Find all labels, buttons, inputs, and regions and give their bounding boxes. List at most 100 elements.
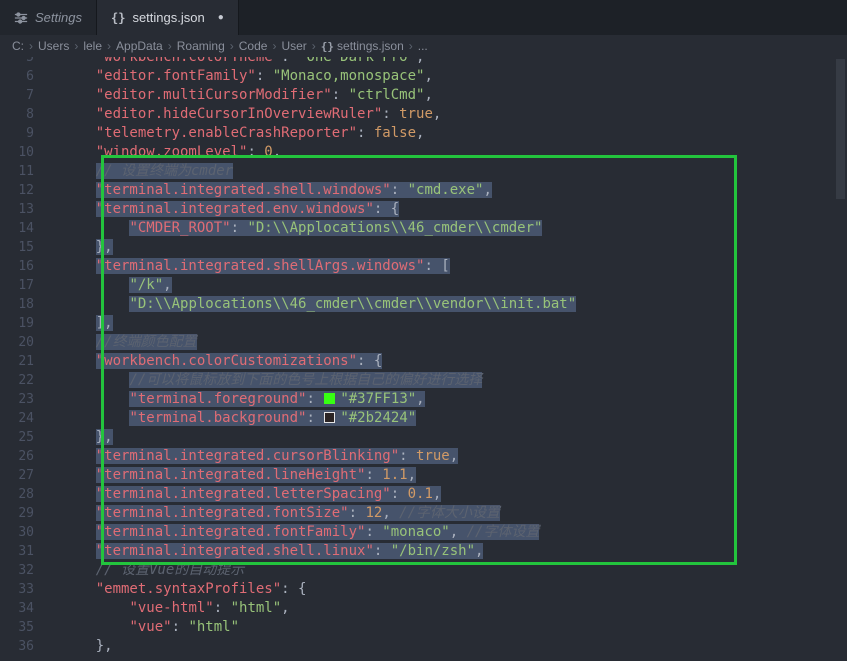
line-number[interactable]: 17 — [0, 276, 48, 295]
line-number[interactable]: 5 — [0, 57, 48, 67]
color-swatch[interactable] — [324, 412, 335, 423]
code-line-36[interactable]: 36 }, — [0, 637, 847, 656]
scrollbar-thumb[interactable] — [836, 59, 845, 199]
line-number[interactable]: 12 — [0, 181, 48, 200]
code-line-12[interactable]: 12 "terminal.integrated.shell.windows": … — [0, 181, 847, 200]
code-line-28[interactable]: 28 "terminal.integrated.letterSpacing": … — [0, 485, 847, 504]
line-number[interactable]: 15 — [0, 238, 48, 257]
code-content: "terminal.integrated.fontFamily": "monac… — [48, 523, 539, 542]
code-line-25[interactable]: 25 }, — [0, 428, 847, 447]
code-line-33[interactable]: 33 "emmet.syntaxProfiles": { — [0, 580, 847, 599]
breadcrumb-item[interactable]: lele — [83, 39, 102, 53]
breadcrumb-item[interactable]: AppData — [116, 39, 163, 53]
line-number[interactable]: 6 — [0, 67, 48, 86]
line-number[interactable]: 14 — [0, 219, 48, 238]
breadcrumb-item[interactable]: C: — [12, 39, 24, 53]
line-number[interactable]: 32 — [0, 561, 48, 580]
code-line-15[interactable]: 15 }, — [0, 238, 847, 257]
line-number[interactable]: 30 — [0, 523, 48, 542]
breadcrumb-item[interactable]: ... — [418, 39, 428, 53]
line-number[interactable]: 34 — [0, 599, 48, 618]
line-number[interactable]: 33 — [0, 580, 48, 599]
line-number[interactable]: 16 — [0, 257, 48, 276]
color-swatch[interactable] — [324, 393, 335, 404]
code-line-8[interactable]: 8 "editor.hideCursorInOverviewRuler": tr… — [0, 105, 847, 124]
line-number[interactable]: 29 — [0, 504, 48, 523]
selected-text: "terminal.integrated.lineHeight": 1.1, — [96, 467, 416, 483]
code-line-26[interactable]: 26 "terminal.integrated.cursorBlinking":… — [0, 447, 847, 466]
line-number[interactable]: 18 — [0, 295, 48, 314]
code-line-14[interactable]: 14 "CMDER_ROOT": "D:\\Applocations\\46_c… — [0, 219, 847, 238]
line-number[interactable]: 9 — [0, 124, 48, 143]
code-line-10[interactable]: 10 "window.zoomLevel": 0, — [0, 143, 847, 162]
code-line-18[interactable]: 18 "D:\\Applocations\\46_cmder\\cmder\\v… — [0, 295, 847, 314]
token-punct: , — [273, 144, 281, 160]
line-number[interactable]: 11 — [0, 162, 48, 181]
modified-dot-icon[interactable]: ● — [218, 13, 224, 23]
code-line-22[interactable]: 22 //可以将鼠标放到下面的色号上根据自己的偏好进行选择 — [0, 371, 847, 390]
line-number[interactable]: 27 — [0, 466, 48, 485]
code-line-32[interactable]: 32 // 设置Vue的自动提示 — [0, 561, 847, 580]
breadcrumb-item[interactable]: Users — [38, 39, 69, 53]
line-number[interactable]: 36 — [0, 637, 48, 656]
breadcrumb-item[interactable]: User — [281, 39, 306, 53]
line-number[interactable]: 26 — [0, 447, 48, 466]
code-content: "terminal.integrated.lineHeight": 1.1, — [48, 466, 416, 485]
breadcrumb-item[interactable]: Roaming — [177, 39, 225, 53]
code-line-27[interactable]: 27 "terminal.integrated.lineHeight": 1.1… — [0, 466, 847, 485]
code-line-30[interactable]: 30 "terminal.integrated.fontFamily": "mo… — [0, 523, 847, 542]
breadcrumb-item[interactable]: {}settings.json — [321, 39, 404, 53]
code-line-34[interactable]: 34 "vue-html": "html", — [0, 599, 847, 618]
code-content: "window.zoomLevel": 0, — [48, 143, 281, 162]
code-line-29[interactable]: 29 "terminal.integrated.fontSize": 12, /… — [0, 504, 847, 523]
json-icon: {} — [321, 40, 334, 53]
code-line-9[interactable]: 9 "telemetry.enableCrashReporter": false… — [0, 124, 847, 143]
line-number[interactable]: 21 — [0, 352, 48, 371]
code-line-16[interactable]: 16 "terminal.integrated.shellArgs.window… — [0, 257, 847, 276]
selected-text: "D:\\Applocations\\46_cmder\\cmder\\vend… — [129, 296, 576, 312]
line-number[interactable]: 20 — [0, 333, 48, 352]
token-punct: , — [281, 600, 289, 616]
code-line-5[interactable]: 5 "workbench.colorTheme": "One Dark Pro"… — [0, 57, 847, 67]
code-line-20[interactable]: 20 //终端颜色配置 — [0, 333, 847, 352]
token-string: "D:\\Applocations\\46_cmder\\cmder\\vend… — [129, 296, 576, 312]
code-line-19[interactable]: 19 ], — [0, 314, 847, 333]
line-number[interactable]: 7 — [0, 86, 48, 105]
code-line-13[interactable]: 13 "terminal.integrated.env.windows": { — [0, 200, 847, 219]
code-line-24[interactable]: 24 "terminal.background": "#2b2424" — [0, 409, 847, 428]
token-punct: : { — [374, 201, 399, 217]
line-number[interactable]: 28 — [0, 485, 48, 504]
line-number[interactable]: 10 — [0, 143, 48, 162]
code-line-7[interactable]: 7 "editor.multiCursorModifier": "ctrlCmd… — [0, 86, 847, 105]
selected-text: "terminal.background": "#2b2424" — [129, 410, 416, 426]
line-number[interactable]: 19 — [0, 314, 48, 333]
line-number[interactable]: 24 — [0, 409, 48, 428]
token-key: "terminal.integrated.shellArgs.windows" — [96, 258, 425, 274]
token-number: 0 — [264, 144, 272, 160]
code-line-6[interactable]: 6 "editor.fontFamily": "Monaco,monospace… — [0, 67, 847, 86]
token-key: "telemetry.enableCrashReporter" — [96, 125, 357, 141]
code-line-21[interactable]: 21 "workbench.colorCustomizations": { — [0, 352, 847, 371]
line-number[interactable]: 35 — [0, 618, 48, 637]
line-number[interactable]: 25 — [0, 428, 48, 447]
token-key: "terminal.foreground" — [129, 391, 306, 407]
code-line-35[interactable]: 35 "vue": "html" — [0, 618, 847, 637]
line-number[interactable]: 31 — [0, 542, 48, 561]
code-content: "terminal.integrated.fontSize": 12, //字体… — [48, 504, 500, 523]
code-line-17[interactable]: 17 "/k", — [0, 276, 847, 295]
line-number[interactable]: 13 — [0, 200, 48, 219]
tab-settings-json[interactable]: {} settings.json ● — [97, 0, 239, 35]
line-number[interactable]: 23 — [0, 390, 48, 409]
code-line-31[interactable]: 31 "terminal.integrated.shell.linux": "/… — [0, 542, 847, 561]
code-line-23[interactable]: 23 "terminal.foreground": "#37FF13", — [0, 390, 847, 409]
code-line-11[interactable]: 11 // 设置终端为cmder — [0, 162, 847, 181]
line-number[interactable]: 8 — [0, 105, 48, 124]
code-content: "editor.fontFamily": "Monaco,monospace", — [48, 67, 433, 86]
selected-text: ], — [96, 315, 113, 331]
token-string: "html" — [231, 600, 282, 616]
token-boolean: true — [399, 106, 433, 122]
code-editor[interactable]: 5 "workbench.colorTheme": "One Dark Pro"… — [0, 57, 847, 661]
tab-settings[interactable]: Settings — [0, 0, 97, 35]
line-number[interactable]: 22 — [0, 371, 48, 390]
breadcrumb-item[interactable]: Code — [239, 39, 268, 53]
